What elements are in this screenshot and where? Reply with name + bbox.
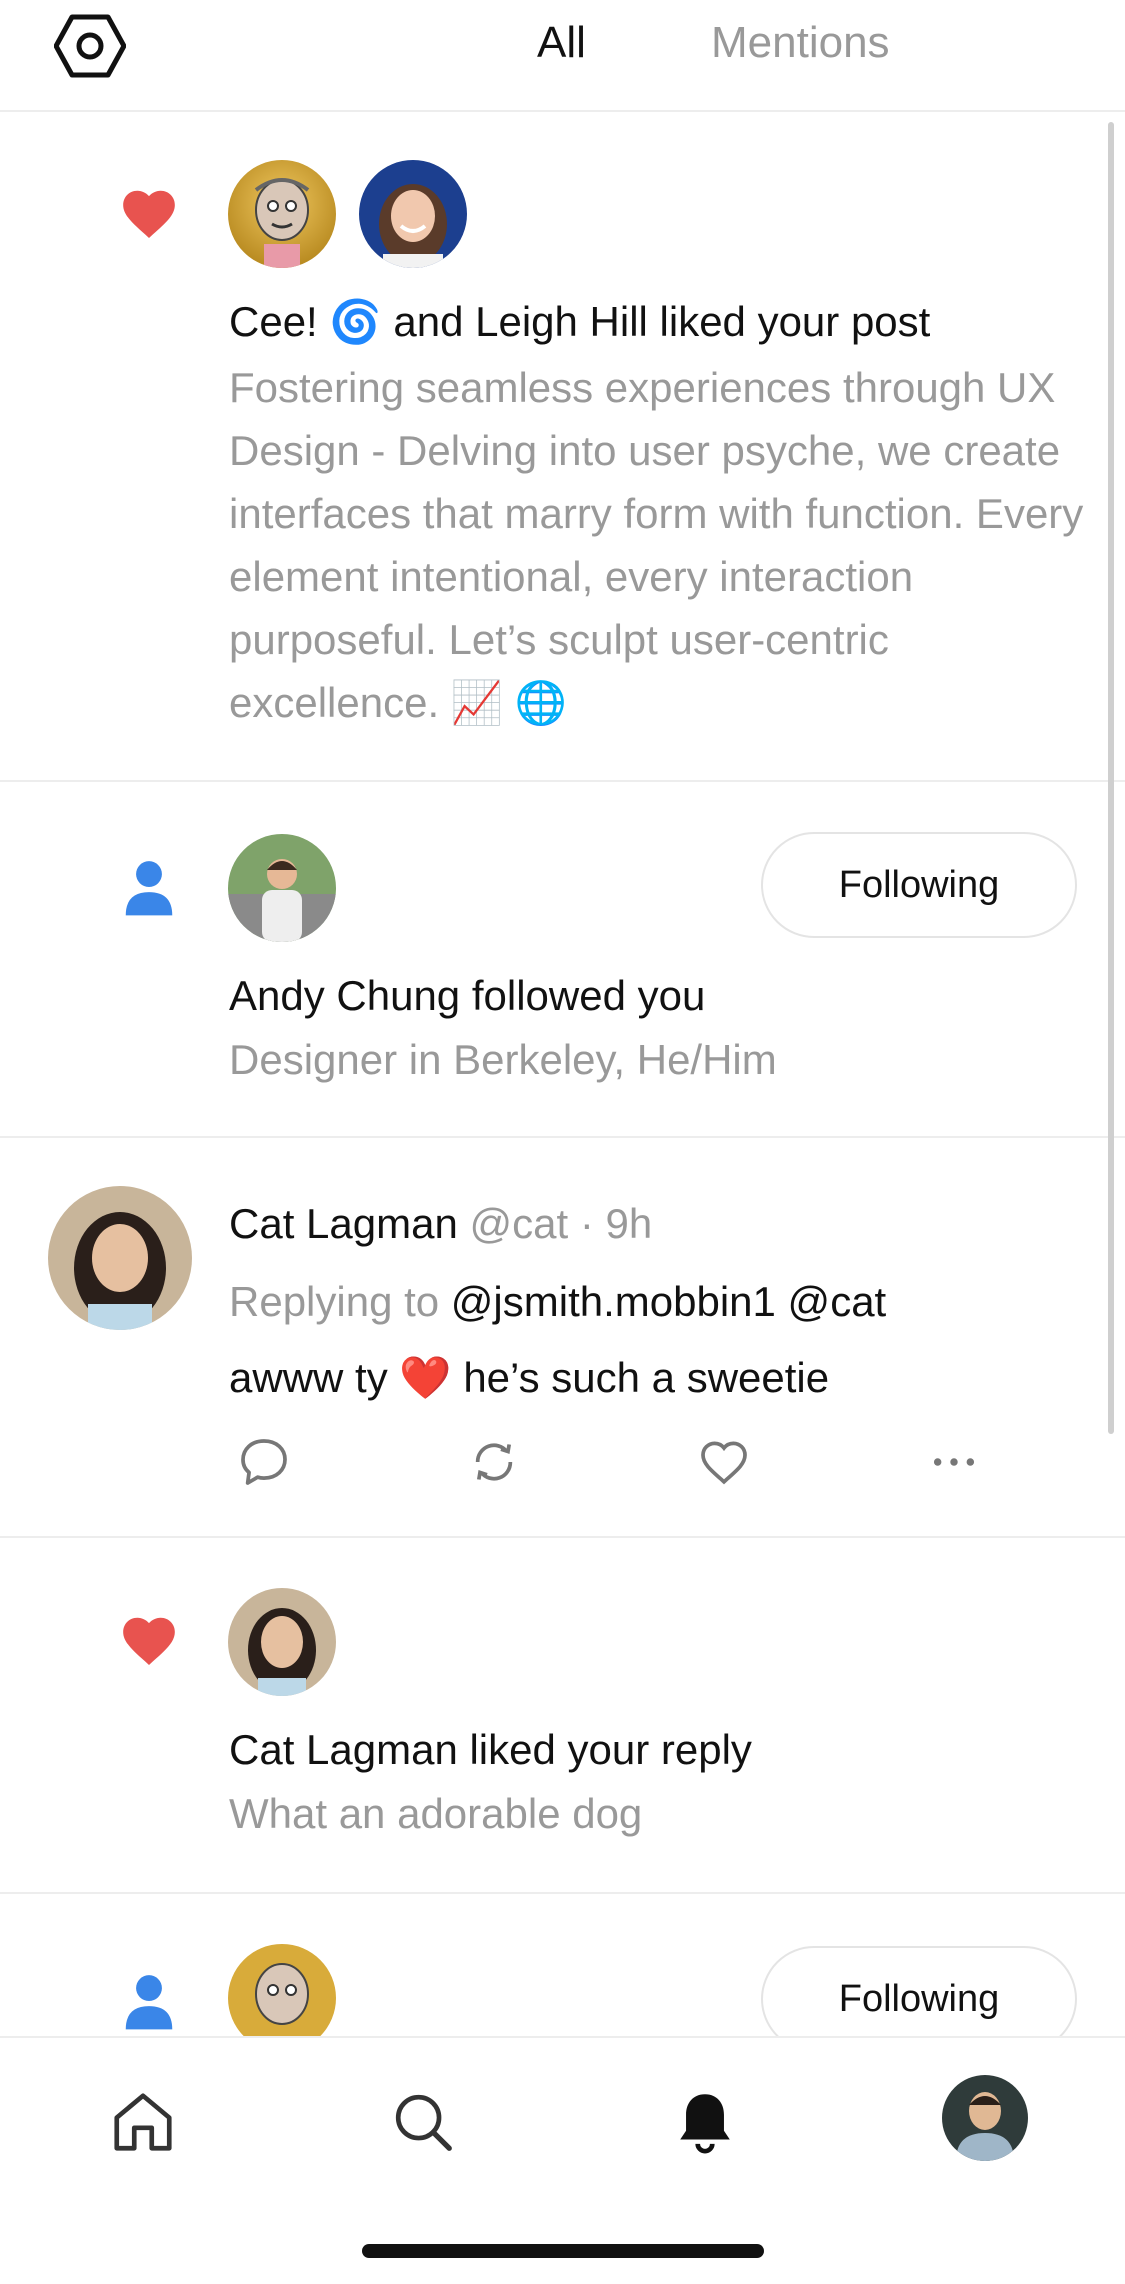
notification-description: Fostering seamless experiences through U… bbox=[229, 364, 1084, 726]
notification-follow[interactable]: Following bbox=[0, 1894, 1125, 2036]
home-indicator bbox=[362, 2244, 764, 2258]
following-button[interactable]: Following bbox=[761, 832, 1077, 938]
avatar[interactable] bbox=[48, 1186, 192, 1330]
post-body: awww ty ❤️ he’s such a sweetie bbox=[229, 1354, 830, 1401]
notification-follow[interactable]: Following Andy Chung followed you Design… bbox=[0, 782, 1125, 1138]
person-icon bbox=[118, 856, 180, 918]
red-heart-emoji: ❤️ bbox=[399, 1354, 452, 1401]
notification-description: Designer in Berkeley, He/Him bbox=[229, 1036, 777, 1083]
avatar[interactable] bbox=[228, 1944, 336, 2036]
hexagon-settings-icon[interactable] bbox=[53, 14, 127, 78]
repost-icon[interactable] bbox=[466, 1434, 522, 1490]
replying-to-handles[interactable]: @jsmith.mobbin1 @cat bbox=[451, 1278, 886, 1325]
following-button[interactable]: Following bbox=[761, 1946, 1077, 2036]
profile-avatar[interactable] bbox=[942, 2075, 1028, 2161]
notification-like-post[interactable]: Cee! 🌀 and Leigh Hill liked your post Fo… bbox=[0, 112, 1125, 782]
person-icon bbox=[118, 1970, 180, 2032]
like-icon[interactable] bbox=[696, 1434, 752, 1490]
tab-mentions[interactable]: Mentions bbox=[711, 18, 890, 68]
home-icon[interactable] bbox=[108, 2087, 178, 2157]
avatar[interactable] bbox=[228, 834, 336, 942]
heart-icon bbox=[118, 1610, 180, 1672]
more-icon[interactable] bbox=[926, 1434, 982, 1490]
avatar[interactable] bbox=[359, 160, 467, 268]
notification-title: Cee! 🌀 and Leigh Hill liked your post bbox=[229, 298, 931, 345]
replying-to-line: Replying to @jsmith.mobbin1 @cat bbox=[229, 1278, 887, 1325]
author-handle-time: @cat · 9h bbox=[469, 1200, 653, 1247]
notification-title: Andy Chung followed you bbox=[229, 972, 706, 1019]
scrollbar[interactable] bbox=[1108, 122, 1114, 1434]
reply-post[interactable]: Cat Lagman @cat · 9h Replying to @jsmith… bbox=[0, 1138, 1125, 1538]
header: All Mentions bbox=[0, 0, 1125, 112]
notifications-feed[interactable]: Cee! 🌀 and Leigh Hill liked your post Fo… bbox=[0, 112, 1125, 2036]
search-icon[interactable] bbox=[388, 2087, 458, 2157]
heart-icon bbox=[118, 183, 180, 245]
author-name[interactable]: Cat Lagman bbox=[229, 1200, 458, 1247]
chart-globe-emoji: 📈 🌐 bbox=[450, 679, 568, 726]
notification-like-reply[interactable]: Cat Lagman liked your reply What an ador… bbox=[0, 1538, 1125, 1894]
post-header: Cat Lagman @cat · 9h bbox=[229, 1200, 652, 1248]
avatar[interactable] bbox=[228, 160, 336, 268]
notification-description: What an adorable dog bbox=[229, 1790, 643, 1837]
avatar[interactable] bbox=[228, 1588, 336, 1696]
notification-title: Cat Lagman liked your reply bbox=[229, 1726, 752, 1773]
swirl-emoji: 🌀 bbox=[329, 298, 382, 345]
bell-icon[interactable] bbox=[670, 2087, 740, 2157]
comment-icon[interactable] bbox=[236, 1434, 292, 1490]
tab-all[interactable]: All bbox=[537, 18, 586, 68]
